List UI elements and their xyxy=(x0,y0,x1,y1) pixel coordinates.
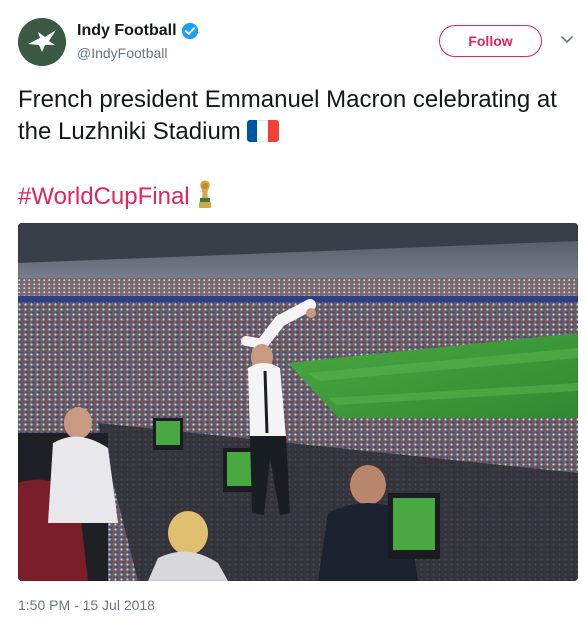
stadium-photo xyxy=(18,223,578,581)
display-name[interactable]: Indy Football xyxy=(77,22,177,40)
tweet-photo[interactable] xyxy=(18,223,578,581)
hashtag-link[interactable]: #WorldCupFinal xyxy=(18,183,190,210)
avatar[interactable] xyxy=(18,18,66,66)
tweet-timestamp[interactable]: 1:50 PM - 15 Jul 2018 xyxy=(18,597,155,613)
verified-badge-icon xyxy=(181,22,198,40)
tweet-text: French president Emmanuel Macron celebra… xyxy=(18,84,573,148)
world-cup-trophy-icon xyxy=(198,180,211,208)
hashtag-line: #WorldCupFinal xyxy=(18,180,214,213)
author-handle[interactable]: @IndyFootball xyxy=(77,45,167,61)
tweet-text-body: French president Emmanuel Macron celebra… xyxy=(18,86,557,145)
chevron-down-icon[interactable] xyxy=(560,32,574,46)
france-flag-icon xyxy=(246,120,279,142)
eagle-logo-icon xyxy=(18,18,66,66)
follow-button[interactable]: Follow xyxy=(439,25,542,57)
author-name-line: Indy Football xyxy=(77,22,199,40)
tweet-header: Indy Football @IndyFootball Follow xyxy=(18,18,578,70)
